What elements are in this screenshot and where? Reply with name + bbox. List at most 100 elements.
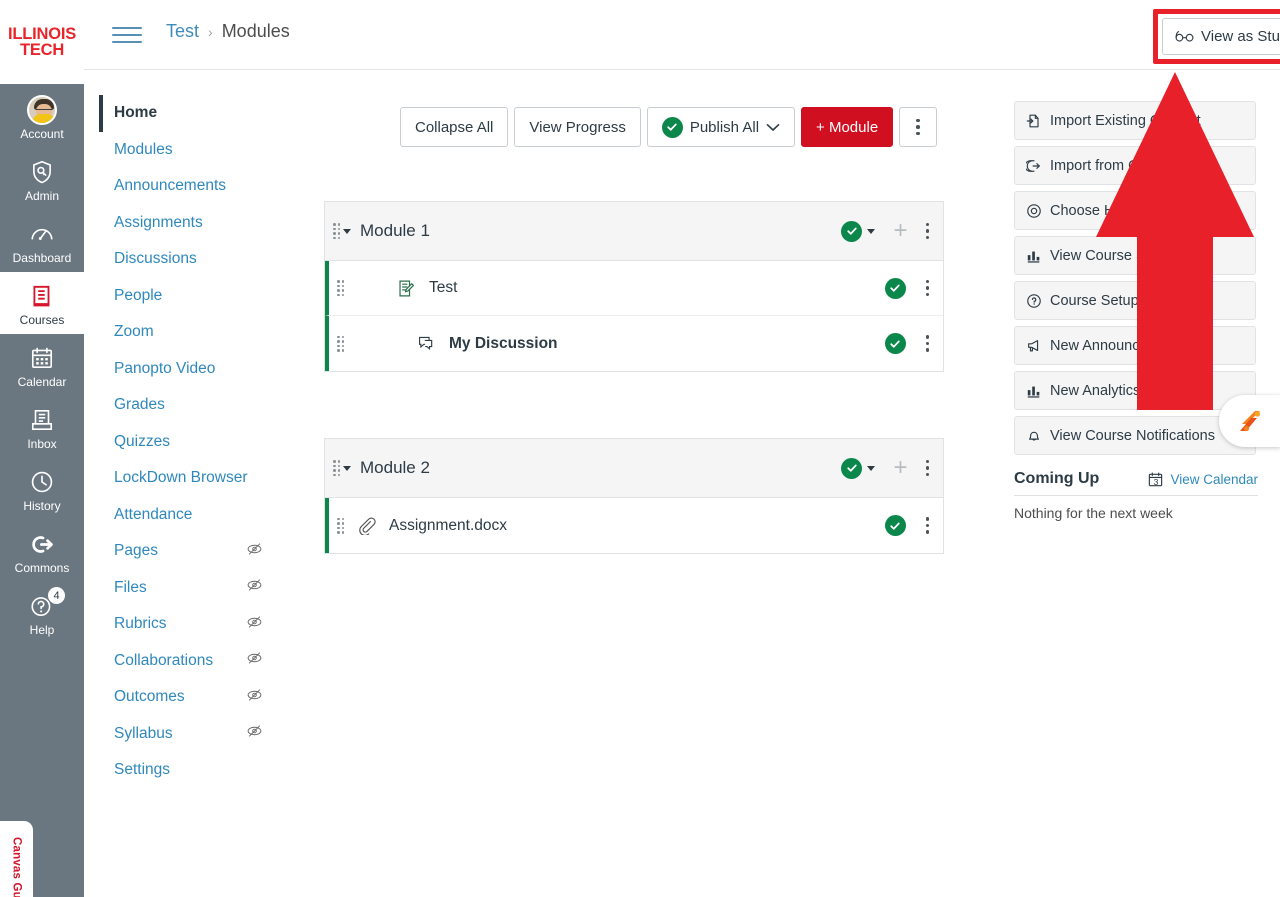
side-btn-label: View Course Stream xyxy=(1050,248,1183,264)
published-check-icon[interactable] xyxy=(885,333,906,354)
side-btn-label: Course Setup Checklist xyxy=(1050,293,1202,309)
illinois-tech-logo[interactable]: ILLINOIS TECH xyxy=(0,0,84,84)
add-module-button[interactable]: + Module xyxy=(801,107,893,147)
course-nav-item-outcomes[interactable]: Outcomes xyxy=(99,679,279,716)
bar-chart-icon xyxy=(1026,383,1042,399)
course-nav-label: Modules xyxy=(114,141,173,159)
view-as-student-label: View as Student xyxy=(1201,28,1280,45)
course-nav-label: Outcomes xyxy=(114,688,185,706)
course-nav-item-files[interactable]: Files xyxy=(99,570,279,607)
drag-handle-icon[interactable] xyxy=(337,336,347,352)
avatar xyxy=(27,95,57,125)
collapse-all-button[interactable]: Collapse All xyxy=(400,107,508,147)
module-item-title[interactable]: Assignment.docx xyxy=(389,517,507,535)
course-nav-item-announcements[interactable]: Announcements xyxy=(99,168,279,205)
drag-handle-icon[interactable] xyxy=(337,518,347,534)
coming-up-header: Coming Up 3 View Calendar xyxy=(1014,470,1258,496)
course-nav-item-settings[interactable]: Settings xyxy=(99,752,279,789)
top-bar: Test › Modules View as Student xyxy=(84,0,1280,70)
global-nav-label-help: Help xyxy=(30,624,55,637)
module-item[interactable]: Assignment.docx xyxy=(325,498,943,553)
course-nav-item-lockdown-browser[interactable]: LockDown Browser xyxy=(99,460,279,497)
course-nav-item-zoom[interactable]: Zoom xyxy=(99,314,279,351)
module-publish-menu[interactable] xyxy=(841,221,875,242)
module-collapse-icon[interactable] xyxy=(343,466,351,471)
module-header: Module 1 + xyxy=(325,202,943,261)
question-circle-icon: 4 xyxy=(27,591,57,621)
course-nav-item-attendance[interactable]: Attendance xyxy=(99,497,279,534)
import-icon xyxy=(1026,113,1042,129)
module-kebab-menu-icon[interactable] xyxy=(926,223,930,240)
course-nav-item-assignments[interactable]: Assignments xyxy=(99,205,279,242)
course-nav-item-people[interactable]: People xyxy=(99,278,279,315)
calendar-icon xyxy=(27,343,57,373)
module-item[interactable]: My Discussion xyxy=(325,316,943,371)
modules-settings-button[interactable] xyxy=(899,107,937,147)
publish-all-button[interactable]: Publish All xyxy=(647,107,795,147)
module-item-title[interactable]: My Discussion xyxy=(449,335,558,353)
course-nav-item-collaborations[interactable]: Collaborations xyxy=(99,643,279,680)
global-nav-item-courses[interactable]: Courses xyxy=(0,272,84,334)
module-card: Module 2 + Assignment.docx xyxy=(324,438,944,554)
new-announcement-button[interactable]: New Announcement xyxy=(1014,326,1256,365)
module-item-kebab-menu-icon[interactable] xyxy=(926,335,930,352)
dashboard-gauge-icon xyxy=(27,219,57,249)
global-nav-item-account[interactable]: Account xyxy=(0,84,84,148)
module-collapse-icon[interactable] xyxy=(343,229,351,234)
question-circle-icon xyxy=(1026,293,1042,309)
commons-icon xyxy=(1026,158,1042,174)
breadcrumb-course-link[interactable]: Test xyxy=(166,21,199,42)
published-check-icon xyxy=(841,458,862,479)
choose-home-page-button[interactable]: Choose Home Page xyxy=(1014,191,1256,230)
eyeglasses-icon xyxy=(1175,30,1194,43)
view-calendar-link-group[interactable]: 3 View Calendar xyxy=(1147,471,1258,488)
drag-handle-icon[interactable] xyxy=(337,280,347,296)
new-analytics-button[interactable]: New Analytics xyxy=(1014,371,1256,410)
course-nav-item-pages[interactable]: Pages xyxy=(99,533,279,570)
eye-off-icon xyxy=(246,578,263,597)
published-check-icon[interactable] xyxy=(885,515,906,536)
course-nav-item-panopto-video[interactable]: Panopto Video xyxy=(99,351,279,388)
global-nav-item-dashboard[interactable]: Dashboard xyxy=(0,210,84,272)
canvas-guides-label: Canvas Guides xyxy=(11,837,23,897)
commons-arrow-icon xyxy=(27,529,57,559)
course-nav-label: Rubrics xyxy=(114,615,167,633)
import-from-commons-button[interactable]: Import from Commons xyxy=(1014,146,1256,185)
global-nav-item-admin[interactable]: Admin xyxy=(0,148,84,210)
module-item-kebab-menu-icon[interactable] xyxy=(926,517,930,534)
global-nav-item-inbox[interactable]: Inbox xyxy=(0,396,84,458)
module-kebab-menu-icon[interactable] xyxy=(926,460,930,477)
module-item-actions xyxy=(885,333,930,354)
course-nav-item-discussions[interactable]: Discussions xyxy=(99,241,279,278)
canvas-guides-tab[interactable]: Canvas Guides xyxy=(0,821,33,897)
course-nav-label: Syllabus xyxy=(114,725,173,743)
global-nav-item-history[interactable]: History xyxy=(0,458,84,520)
global-nav-item-help[interactable]: 4 Help xyxy=(0,582,84,644)
global-nav-item-calendar[interactable]: Calendar xyxy=(0,334,84,396)
global-nav-item-commons[interactable]: Commons xyxy=(0,520,84,582)
course-nav-item-rubrics[interactable]: Rubrics xyxy=(99,606,279,643)
drag-handle-icon[interactable] xyxy=(333,460,343,476)
course-nav-item-quizzes[interactable]: Quizzes xyxy=(99,424,279,461)
course-nav-label: Quizzes xyxy=(114,433,170,451)
view-calendar-link[interactable]: View Calendar xyxy=(1170,472,1258,487)
hamburger-icon[interactable] xyxy=(112,22,142,48)
course-nav-item-syllabus[interactable]: Syllabus xyxy=(99,716,279,753)
published-check-icon[interactable] xyxy=(885,278,906,299)
module-publish-menu[interactable] xyxy=(841,458,875,479)
module-item[interactable]: Test xyxy=(325,261,943,316)
view-as-student-button[interactable]: View as Student xyxy=(1162,18,1280,55)
add-module-item-icon[interactable]: + xyxy=(893,456,907,480)
impact-widget-button[interactable] xyxy=(1219,395,1280,447)
add-module-item-icon[interactable]: + xyxy=(893,219,907,243)
course-nav-item-home[interactable]: Home xyxy=(99,95,279,132)
view-progress-button[interactable]: View Progress xyxy=(514,107,640,147)
drag-handle-icon[interactable] xyxy=(333,223,343,239)
course-nav-item-modules[interactable]: Modules xyxy=(99,132,279,169)
import-existing-content-button[interactable]: Import Existing Content xyxy=(1014,101,1256,140)
module-item-title[interactable]: Test xyxy=(429,279,457,297)
course-setup-checklist-button[interactable]: Course Setup Checklist xyxy=(1014,281,1256,320)
view-course-stream-button[interactable]: View Course Stream xyxy=(1014,236,1256,275)
course-nav-item-grades[interactable]: Grades xyxy=(99,387,279,424)
module-item-kebab-menu-icon[interactable] xyxy=(926,280,930,297)
